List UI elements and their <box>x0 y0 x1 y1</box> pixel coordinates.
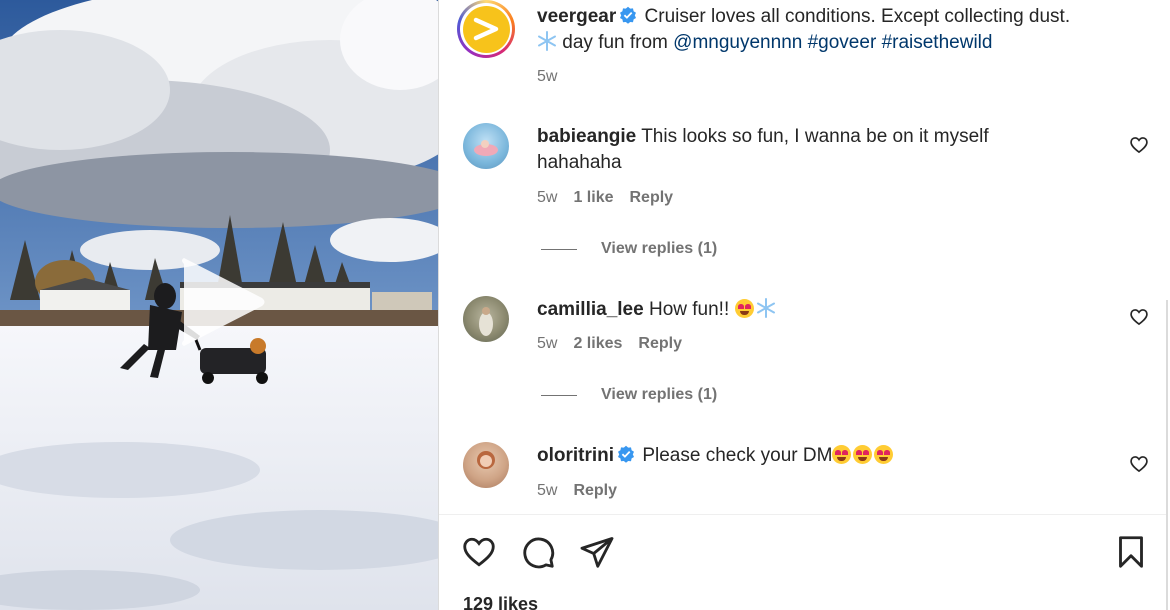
comment-like-heart-icon[interactable] <box>1129 307 1149 327</box>
comment-icon[interactable] <box>520 534 556 570</box>
post-likes-count[interactable]: 129 likes <box>463 594 538 610</box>
comment-text-continued: hahahaha <box>537 152 622 173</box>
mention-link[interactable]: @mnguyennnn <box>673 32 802 53</box>
view-replies-label: View replies (1) <box>601 386 718 403</box>
verified-badge-icon <box>618 445 635 463</box>
comment-text: This looks so fun, I wanna be on it myse… <box>641 126 989 147</box>
author-username[interactable]: veergear <box>537 6 616 27</box>
hashtag-link[interactable]: #goveer <box>808 32 877 53</box>
commenter-avatar[interactable] <box>463 442 509 488</box>
verified-badge-icon <box>620 6 637 24</box>
hashtag-link[interactable]: #raisethewild <box>882 32 993 53</box>
comment-line-1: oloritrini Please check your DM <box>537 443 895 469</box>
comment-meta: 5w 1 like Reply <box>537 189 689 207</box>
comment-time[interactable]: 5w <box>537 482 557 499</box>
comment-line-1: camillia_lee How fun!! <box>537 297 776 323</box>
heart-eyes-emoji-icon <box>734 299 754 318</box>
reply-button[interactable]: Reply <box>638 335 682 352</box>
view-replies-button[interactable]: View replies (1) <box>541 240 717 258</box>
comment-line-1: babieangie This looks so fun, I wanna be… <box>537 124 989 150</box>
comment-meta: 5w Reply <box>537 482 633 500</box>
replies-dash <box>541 394 577 396</box>
play-button[interactable] <box>170 252 270 352</box>
window-edge <box>1166 300 1168 610</box>
view-replies-label: View replies (1) <box>601 240 718 257</box>
caption-meta: 5w <box>537 68 573 86</box>
comment-username[interactable]: camillia_lee <box>537 299 644 320</box>
comment-likes-count[interactable]: 2 likes <box>573 335 622 352</box>
bookmark-icon[interactable] <box>1113 534 1149 570</box>
post-video[interactable] <box>0 0 438 610</box>
reply-button[interactable]: Reply <box>629 189 673 206</box>
caption-line-2: day fun from @mnguyennnn #goveer #raiset… <box>537 30 992 56</box>
heart-eyes-emoji-icon <box>853 445 873 464</box>
caption-line-1: veergear Cruiser loves all conditions. E… <box>537 4 1070 30</box>
comment-like-heart-icon[interactable] <box>1129 454 1149 474</box>
snowflake-emoji-icon <box>756 298 775 318</box>
snowflake-emoji-icon <box>538 31 556 51</box>
commenter-avatar[interactable] <box>463 123 509 169</box>
comment-time[interactable]: 5w <box>537 335 557 352</box>
comment-line-2: hahahaha <box>537 150 622 176</box>
comment-username[interactable]: oloritrini <box>537 445 614 466</box>
reply-button[interactable]: Reply <box>573 482 617 499</box>
comment-meta: 5w 2 likes Reply <box>537 335 698 353</box>
actions-divider <box>439 514 1168 515</box>
author-avatar[interactable] <box>457 0 515 58</box>
share-icon[interactable] <box>579 534 615 570</box>
caption-time[interactable]: 5w <box>537 68 557 85</box>
caption-text-line2: day fun from <box>562 32 668 53</box>
comment-like-heart-icon[interactable] <box>1129 135 1149 155</box>
caption-text-line1: Cruiser loves all conditions. Except col… <box>644 6 1071 27</box>
commenter-avatar[interactable] <box>463 296 509 342</box>
post-details-panel: veergear Cruiser loves all conditions. E… <box>438 0 1168 610</box>
view-replies-button[interactable]: View replies (1) <box>541 386 717 404</box>
comment-text: Please check your DM <box>642 445 833 466</box>
veer-logo-icon <box>462 5 510 53</box>
comment-likes-count[interactable]: 1 like <box>573 189 613 206</box>
replies-dash <box>541 248 577 250</box>
heart-eyes-emoji-icon <box>874 445 894 464</box>
heart-eyes-emoji-icon <box>832 445 852 464</box>
comment-text: How fun!! <box>648 299 730 320</box>
heart-icon[interactable] <box>461 534 497 570</box>
comment-time[interactable]: 5w <box>537 189 557 206</box>
comment-username[interactable]: babieangie <box>537 126 636 147</box>
